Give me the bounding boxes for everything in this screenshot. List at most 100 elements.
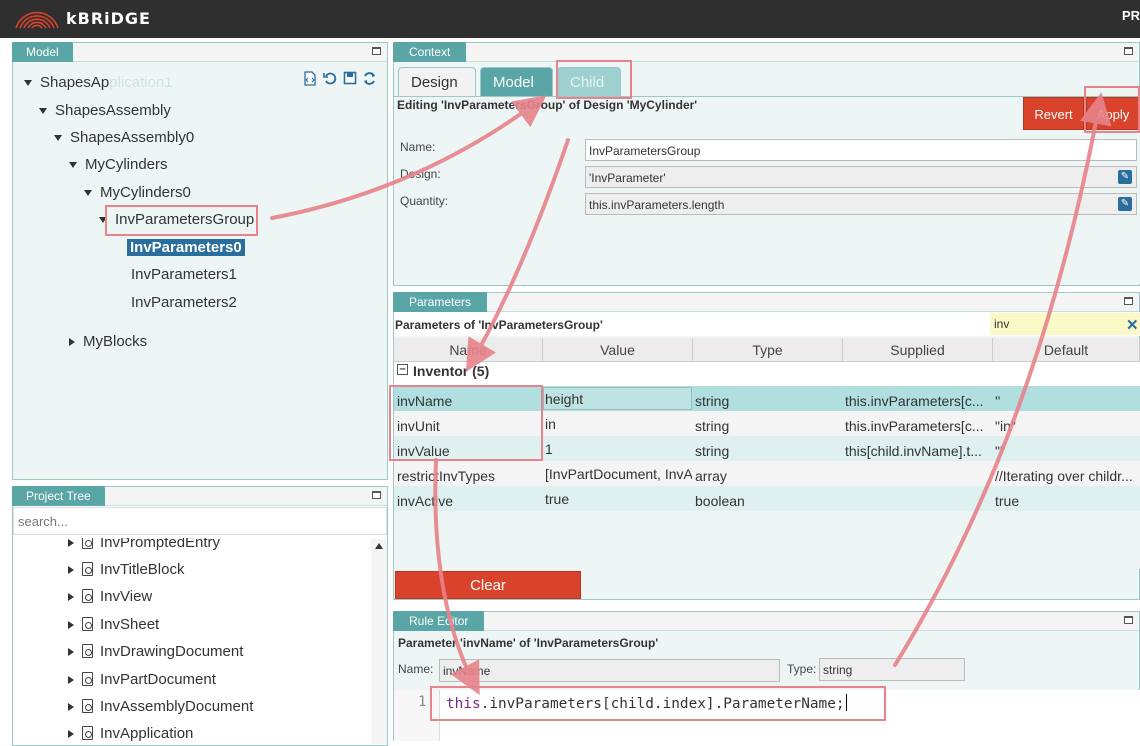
tree-node-shapesassembly[interactable]: ShapesAssembly <box>39 102 171 119</box>
rule-editor-tab[interactable]: Rule Editor <box>393 611 485 631</box>
code-gutter <box>394 690 440 741</box>
expand-arrow-icon[interactable] <box>68 621 74 630</box>
code-line[interactable]: this.invParameters[child.index].Paramete… <box>446 694 847 712</box>
project-tree-item[interactable]: InvTitleBlock <box>68 561 184 578</box>
document-icon <box>82 672 93 686</box>
parameters-tab[interactable]: Parameters <box>393 292 488 312</box>
expand-arrow-icon[interactable] <box>54 135 62 142</box>
project-tree-item[interactable]: InvDrawingDocument <box>68 643 243 660</box>
expand-arrow-icon[interactable] <box>68 648 74 657</box>
collapse-group-icon[interactable]: – <box>397 364 408 375</box>
rule-editor-title: Parameter 'invName' of 'InvParametersGro… <box>398 636 659 650</box>
save-icon[interactable] <box>343 71 357 86</box>
cell-value[interactable]: in <box>542 411 692 436</box>
model-tab[interactable]: Model <box>12 42 73 62</box>
name-label: Name: <box>400 140 436 154</box>
expand-arrow-icon[interactable] <box>68 730 74 739</box>
rule-type-field[interactable]: string <box>819 658 965 681</box>
column-header-type[interactable]: Type <box>693 338 843 362</box>
tree-node-mycylinders[interactable]: MyCylinders <box>69 156 168 173</box>
revert-button[interactable]: Revert <box>1023 97 1084 130</box>
expand-arrow-icon[interactable] <box>39 108 47 115</box>
context-tab[interactable]: Context <box>393 42 467 62</box>
maximize-icon[interactable] <box>372 47 381 55</box>
column-header-value[interactable]: Value <box>543 338 693 362</box>
cell-type: string <box>695 443 730 459</box>
cell-name: restrictInvTypes <box>397 468 496 484</box>
cell-name: invValue <box>397 443 450 459</box>
rule-name-field[interactable]: invName <box>439 659 780 682</box>
project-tree-item[interactable]: InvView <box>68 588 152 605</box>
rule-editor-header <box>394 612 1139 631</box>
project-tree-item[interactable]: InvSheet <box>68 616 159 633</box>
tree-node-invparameters0[interactable]: InvParameters0 <box>127 239 245 256</box>
cell-supplied: this[child.invName].t... <box>845 443 982 459</box>
tree-node-shapesassembly0[interactable]: ShapesAssembly0 <box>54 129 194 146</box>
expand-arrow-icon[interactable] <box>84 190 92 197</box>
cell-value[interactable]: true <box>542 486 692 511</box>
cell-default: true <box>995 493 1020 509</box>
expand-arrow-icon[interactable] <box>68 566 74 575</box>
project-tree-item[interactable]: InvApplication <box>68 725 193 741</box>
quantity-label: Quantity: <box>400 194 449 208</box>
cell-value[interactable]: height <box>542 386 692 411</box>
column-header-name[interactable]: Name <box>394 338 543 362</box>
maximize-icon[interactable] <box>1124 616 1133 624</box>
project-tree-tab[interactable]: Project Tree <box>12 486 105 506</box>
scrollbar[interactable] <box>371 539 387 744</box>
kbridge-logo-icon <box>15 11 59 29</box>
tree-node-myblocks[interactable]: MyBlocks <box>69 333 147 350</box>
parameters-filter-input[interactable]: inv <box>990 313 1140 335</box>
design-field[interactable]: 'InvParameter' ✎ <box>585 166 1137 188</box>
code-file-icon[interactable] <box>303 71 317 86</box>
rule-type-label: Type: <box>787 662 817 676</box>
tree-node-mycylinders0[interactable]: MyCylinders0 <box>84 184 191 201</box>
maximize-icon[interactable] <box>1124 47 1133 55</box>
editing-title: Editing 'InvParametersGroup' of Design '… <box>397 98 698 112</box>
column-header-supplied[interactable]: Supplied <box>843 338 993 362</box>
quantity-field[interactable]: this.invParameters.length ✎ <box>585 193 1137 215</box>
project-tree-item[interactable]: InvPromptedEntry <box>68 538 220 551</box>
project-tree-search-input[interactable] <box>13 507 387 535</box>
cell-supplied: this.invParameters[c... <box>845 418 984 434</box>
project-tree-item[interactable]: InvAssemblyDocument <box>68 698 253 715</box>
clear-button[interactable]: Clear <box>395 571 581 599</box>
refresh-icon[interactable] <box>362 71 377 86</box>
cell-value[interactable]: 1 <box>542 436 692 461</box>
group-label: Inventor (5) <box>413 363 490 379</box>
clear-filter-icon[interactable]: ✕ <box>1126 316 1139 334</box>
apply-button[interactable]: Apply <box>1086 97 1140 130</box>
tree-node-invparameters1[interactable]: InvParameters1 <box>131 266 237 283</box>
tree-node-invparametersgroup[interactable]: InvParametersGroup <box>99 211 254 228</box>
model-toolbar <box>303 71 383 87</box>
line-number: 1 <box>418 694 427 710</box>
expand-arrow-icon[interactable] <box>68 703 74 712</box>
tree-node-root[interactable]: ShapesApplication1 <box>24 74 173 91</box>
tab-model[interactable]: Model <box>480 67 553 97</box>
tab-child[interactable]: Child <box>557 67 621 97</box>
cell-default: "" <box>995 443 1005 459</box>
expand-arrow-icon[interactable] <box>99 217 107 224</box>
cell-value[interactable]: [InvPartDocument, InvA <box>542 461 692 486</box>
maximize-icon[interactable] <box>372 491 381 499</box>
expand-arrow-icon[interactable] <box>69 162 77 169</box>
undo-icon[interactable] <box>323 71 337 86</box>
name-field[interactable]: InvParametersGroup <box>585 139 1137 161</box>
column-header-default[interactable]: Default <box>993 338 1140 362</box>
edit-icon[interactable]: ✎ <box>1118 170 1132 184</box>
tab-design[interactable]: Design <box>398 67 476 97</box>
parameters-title: Parameters of 'InvParametersGroup' <box>395 318 603 332</box>
cell-name: invActive <box>397 493 454 509</box>
expand-arrow-icon[interactable] <box>68 593 74 602</box>
expand-arrow-icon[interactable] <box>68 539 74 548</box>
project-tree-item[interactable]: InvPartDocument <box>68 671 216 688</box>
collapse-arrow-icon[interactable] <box>69 338 75 347</box>
top-right-text: PR <box>1122 8 1140 23</box>
group-row[interactable] <box>394 362 1140 386</box>
expand-arrow-icon[interactable] <box>24 80 32 87</box>
expand-arrow-icon[interactable] <box>68 676 74 685</box>
cell-type: array <box>695 468 727 484</box>
tree-node-invparameters2[interactable]: InvParameters2 <box>131 294 237 311</box>
maximize-icon[interactable] <box>1124 297 1133 305</box>
edit-icon[interactable]: ✎ <box>1118 197 1132 211</box>
